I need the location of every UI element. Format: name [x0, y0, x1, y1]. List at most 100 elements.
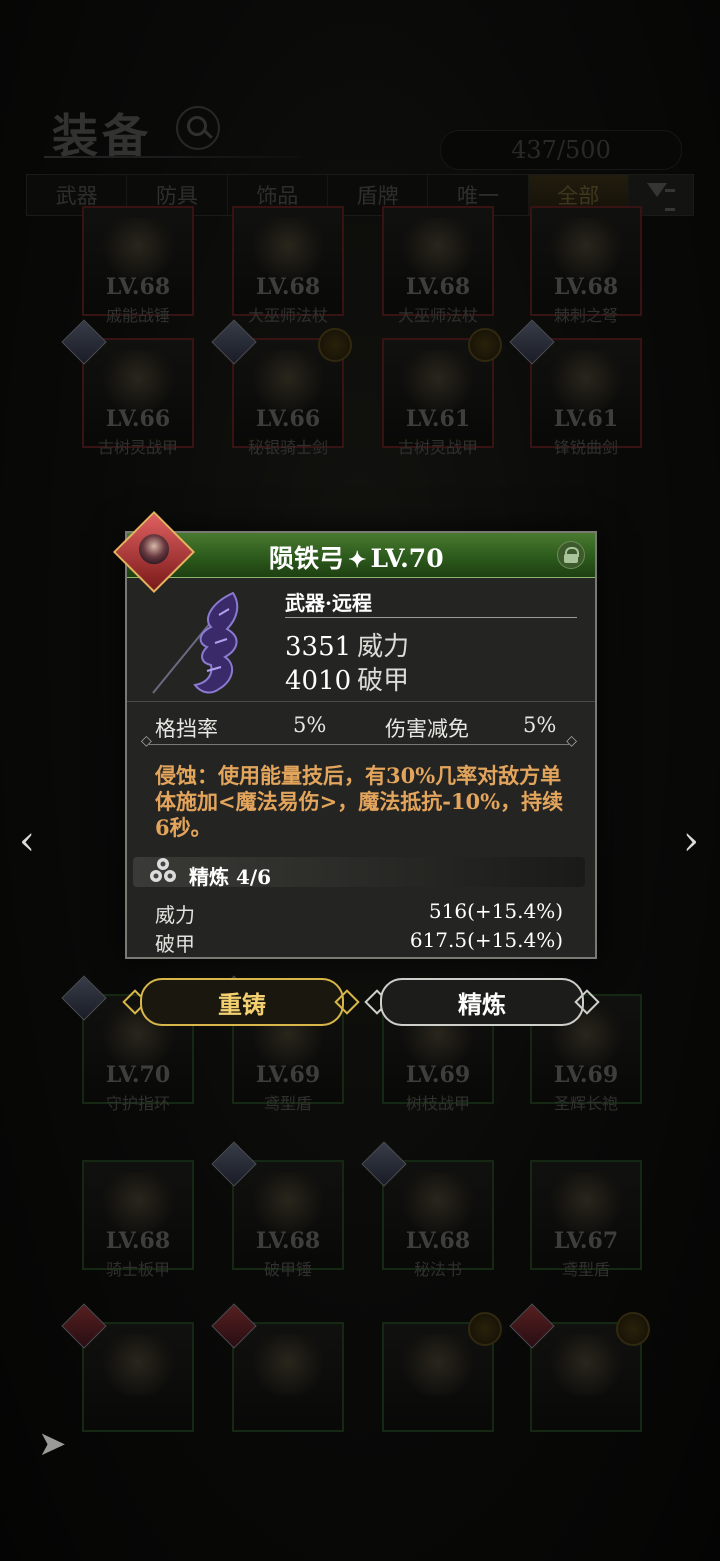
stat-power-value: 3351 [285, 632, 352, 662]
damage-reduction-value: 5% [523, 713, 557, 737]
refine-level: 精炼 4/6 [189, 865, 272, 889]
equipment-level: LV.68 [105, 1228, 171, 1254]
damage-reduction-label: 伤害减免 [385, 717, 469, 741]
equipment-level: LV.70 [105, 1062, 171, 1088]
equipment-name: 大巫师法杖 [247, 306, 328, 325]
owner-badge-icon [61, 1303, 107, 1349]
equipment-card[interactable]: LV.68 破甲锤 [211, 1141, 344, 1279]
equipment-icon [252, 1172, 324, 1234]
equipment-level: LV.67 [553, 1228, 619, 1254]
equipment-icon [402, 1334, 474, 1396]
equipment-name: 秘法书 [413, 1260, 462, 1279]
refine-power-value: 516(+15.4%) [428, 899, 563, 923]
owner-badge-icon [211, 319, 257, 365]
equipment-icon [102, 1172, 174, 1234]
stat-armor-break-value: 4010 [285, 666, 352, 696]
equipment-card[interactable] [382, 1312, 502, 1432]
equipment-icon [550, 1172, 622, 1234]
reforge-button[interactable]: 重铸 [140, 978, 344, 1026]
equipment-card[interactable] [211, 1303, 344, 1432]
equipment-name: 戚能战锤 [105, 306, 170, 325]
equipment-icon [402, 218, 474, 280]
stat-armor-break-label: 破甲 [357, 666, 410, 696]
special-effect-text: 侵蚀：使用能量技后，有30%几率对敌方单体施加<魔法易伤>，魔法抵抗-10%，持… [155, 763, 564, 840]
equipment-name: 树枝战甲 [405, 1094, 470, 1113]
equipment-icon [402, 1172, 474, 1234]
owner-badge-icon [61, 975, 107, 1021]
owner-badge-icon [361, 1141, 407, 1187]
equipment-level: LV.66 [105, 406, 171, 432]
equipment-card[interactable]: LV.68 戚能战锤 [82, 206, 194, 325]
owner-badge-icon [211, 1141, 257, 1187]
equipment-level: LV.68 [405, 274, 471, 300]
equipment-level: LV.68 [405, 1228, 471, 1254]
equipment-level: LV.61 [405, 406, 471, 432]
equipment-icon [102, 218, 174, 280]
refine-power-label: 威力 [155, 903, 195, 927]
refine-icon [150, 858, 176, 882]
equipment-level: LV.68 [553, 274, 619, 300]
equipment-name: 秘银骑士剑 [247, 438, 328, 457]
bow-icon [152, 591, 239, 694]
equipment-card[interactable]: LV.68 大巫师法杖 [232, 206, 344, 325]
previous-arrow-icon[interactable]: ‹ [12, 818, 42, 864]
refine-button[interactable]: 精炼 [380, 978, 584, 1026]
back-icon[interactable]: ➤ [38, 1424, 94, 1464]
equipment-name: 古树灵战甲 [97, 438, 178, 457]
equipment-card[interactable] [61, 1303, 194, 1432]
stat-power-label: 威力 [357, 632, 410, 662]
equipment-name: 大巫师法杖 [397, 306, 478, 325]
equipment-name: 守护指环 [105, 1094, 170, 1113]
stat-armor-break: 4010 破甲 [285, 660, 409, 697]
gem-socket-icon [468, 1312, 502, 1346]
refine-armor-break-label: 破甲 [155, 932, 195, 956]
equipment-icon [102, 350, 174, 412]
equipment-level: LV.69 [255, 1062, 321, 1088]
equipment-level: LV.68 [105, 274, 171, 300]
equipment-name: 骑士板甲 [105, 1260, 170, 1279]
equipment-name: 古树灵战甲 [397, 438, 478, 457]
equipment-level: LV.69 [405, 1062, 471, 1088]
equipment-card[interactable]: LV.66 秘银骑士剑 [211, 319, 352, 457]
equipment-level: LV.61 [553, 406, 619, 432]
equipment-card[interactable]: LV.61 锋锐曲剑 [509, 319, 642, 457]
equipment-name: 鸢型盾 [561, 1260, 610, 1279]
equipment-card[interactable]: LV.61 古树灵战甲 [382, 328, 502, 457]
equipment-card[interactable]: LV.67 鸢型盾 [530, 1160, 642, 1279]
divider [127, 701, 595, 702]
equipment-icon [550, 218, 622, 280]
equipment-name: 破甲锤 [263, 1260, 312, 1279]
weapon-type: 武器·远程 [285, 591, 372, 615]
ornate-divider [141, 733, 577, 749]
next-arrow-icon[interactable]: › [676, 818, 706, 864]
owner-badge-icon [509, 1303, 555, 1349]
refine-armor-break-value: 617.5(+15.4%) [409, 928, 563, 952]
equipment-icon [102, 1334, 174, 1396]
lock-icon[interactable] [557, 541, 585, 569]
item-title: 陨铁弓 ✦ LV.70 [269, 539, 444, 575]
equipment-icon [252, 218, 324, 280]
equipment-card[interactable]: LV.68 秘法书 [361, 1141, 494, 1279]
equipment-icon [402, 350, 474, 412]
equipment-card[interactable] [509, 1303, 650, 1432]
stat-power: 3351 威力 [285, 626, 409, 663]
item-name: 陨铁弓 [269, 544, 345, 573]
equipment-card[interactable]: LV.68 棘刺之弩 [530, 206, 642, 325]
equipment-icon [550, 350, 622, 412]
block-rate-value: 5% [293, 713, 327, 737]
item-detail-popup: 陨铁弓 ✦ LV.70 武器·远程 3351 威力 4010 破甲 格挡率 5% 伤害减… [112, 510, 597, 959]
equipment-level: LV.69 [553, 1062, 619, 1088]
gem-socket-icon [616, 1312, 650, 1346]
item-level: LV.70 [370, 544, 444, 573]
equipment-level: LV.68 [255, 274, 321, 300]
equipment-name: 锋锐曲剑 [553, 438, 618, 457]
equipment-name: 鸢型盾 [263, 1094, 312, 1113]
equipment-icon [252, 1334, 324, 1396]
equipment-card[interactable]: LV.68 骑士板甲 [82, 1160, 194, 1279]
equipment-level: LV.66 [255, 406, 321, 432]
owner-badge-icon [509, 319, 555, 365]
equipment-card[interactable]: LV.66 古树灵战甲 [61, 319, 194, 457]
owner-badge-icon [211, 1303, 257, 1349]
equipment-card[interactable]: LV.68 大巫师法杖 [382, 206, 494, 325]
star-icon: ✦ [348, 547, 367, 573]
